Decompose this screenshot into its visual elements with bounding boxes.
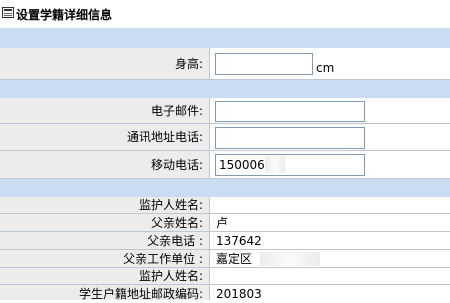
postcode-cell: 201803 <box>210 285 450 301</box>
guardian2-cell <box>210 268 450 285</box>
section-separator <box>0 28 450 48</box>
email-row: 电子邮件: <box>0 98 450 124</box>
height-label: 身高: <box>0 48 210 80</box>
email-cell <box>210 98 450 124</box>
postcode-value: 201803 <box>216 287 262 301</box>
postcode-label: 学生户籍地址邮政编码: <box>0 285 210 301</box>
father-name-label: 父亲姓名: <box>0 214 210 232</box>
section-separator <box>0 80 450 98</box>
mobile-cell: 150006 <box>210 151 450 179</box>
height-cell: cm <box>210 48 450 80</box>
guardian1-cell <box>210 197 450 214</box>
phone-cell <box>210 124 450 151</box>
father-name-cell: 卢 <box>210 214 450 232</box>
redaction-blur <box>265 156 285 173</box>
guardian2-label: 监护人姓名: <box>0 268 210 285</box>
father-name-row: 父亲姓名: 卢 <box>0 214 450 232</box>
phone-field[interactable] <box>215 127 365 149</box>
email-label: 电子邮件: <box>0 98 210 124</box>
height-input[interactable] <box>215 53 313 75</box>
email-field[interactable] <box>215 101 365 122</box>
father-work-value: 嘉定区 <box>216 252 253 266</box>
window-title-bar: 设置学籍详细信息 <box>0 0 450 28</box>
guardian2-row: 监护人姓名: <box>0 268 450 285</box>
father-work-label: 父亲工作单位 : <box>0 250 210 268</box>
father-phone-value: 137642 <box>216 234 262 248</box>
father-work-cell: 嘉定区 <box>210 250 450 268</box>
page-title: 设置学籍详细信息 <box>16 8 113 22</box>
father-name-value: 卢 <box>216 216 229 230</box>
redaction-blur <box>260 252 320 266</box>
father-phone-label: 父亲电话 : <box>0 232 210 250</box>
section-separator <box>0 179 450 197</box>
father-work-row: 父亲工作单位 : 嘉定区 <box>0 250 450 268</box>
postcode-row: 学生户籍地址邮政编码: 201803 <box>0 285 450 301</box>
guardian1-label: 监护人姓名: <box>0 197 210 214</box>
height-row: 身高: cm <box>0 48 450 80</box>
guardian1-row: 监护人姓名: <box>0 197 450 214</box>
mobile-row: 移动电话: 150006 <box>0 151 450 179</box>
phone-row: 通讯地址电话: <box>0 124 450 151</box>
father-phone-row: 父亲电话 : 137642 <box>0 232 450 250</box>
father-phone-cell: 137642 <box>210 232 450 250</box>
height-unit: cm <box>316 61 335 75</box>
mobile-field[interactable]: 150006 <box>215 154 365 176</box>
mobile-label: 移动电话: <box>0 151 210 179</box>
phone-label: 通讯地址电话: <box>0 124 210 151</box>
form-icon <box>2 7 14 18</box>
